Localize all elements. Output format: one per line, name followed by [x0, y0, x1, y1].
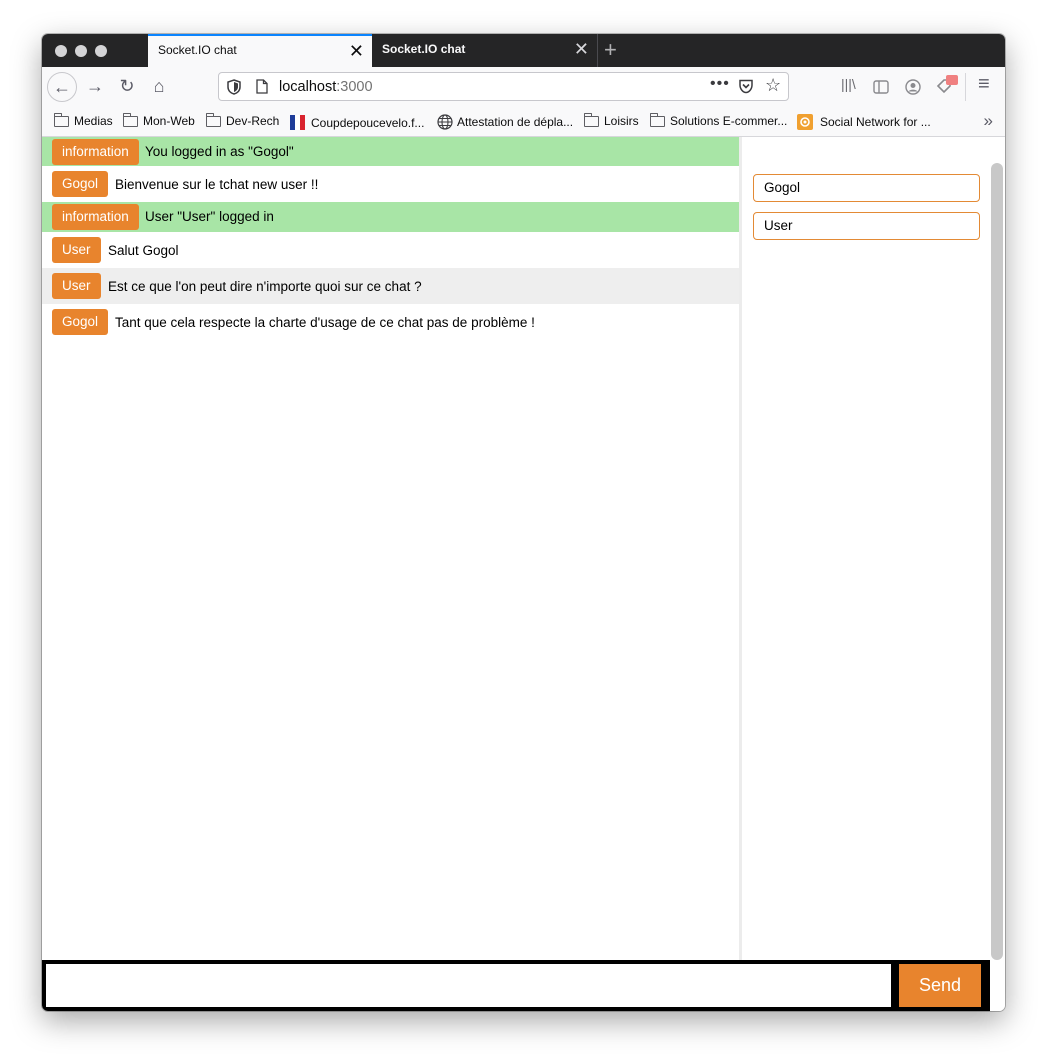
message-item: User Est ce que l'on peut dire n'importe… [42, 268, 740, 304]
bookmark-social-network[interactable]: Social Network for ... [797, 114, 931, 130]
sender-badge: Gogol [52, 309, 109, 335]
reload-icon[interactable]: ↻ [114, 73, 140, 99]
bookmark-label: Mon-Web [143, 114, 195, 128]
bookmark-medias[interactable]: Medias [54, 113, 113, 130]
bookmark-label: Solutions E-commer... [670, 114, 788, 128]
forward-arrow-icon[interactable]: → [82, 73, 108, 99]
url-host: localhost [279, 79, 337, 95]
tab-strip: Socket.IO chat ✕ Socket.IO chat ✕ + [42, 34, 1005, 67]
maximize-window-button[interactable] [95, 45, 107, 57]
message-text: Est ce que l'on peut dire n'importe quoi… [108, 279, 422, 294]
bookmark-coupdepoucevelo[interactable]: Coupdepoucevelo.f... [289, 114, 424, 130]
bookmark-label: Loisirs [604, 114, 639, 128]
back-arrow-icon[interactable]: ← [47, 72, 77, 102]
message-item: Gogol Bienvenue sur le tchat new user !! [42, 166, 740, 202]
folder-icon [584, 113, 599, 127]
page-actions-icon[interactable]: ••• [710, 75, 730, 93]
tab-socketio-chat-active[interactable]: Socket.IO chat ✕ [148, 34, 372, 67]
tab-title: Socket.IO chat [158, 43, 237, 57]
message-item: information You logged in as "Gogol" [42, 137, 740, 166]
bookmark-star-icon[interactable]: ☆ [765, 75, 781, 96]
account-icon[interactable] [905, 79, 921, 95]
pocket-icon[interactable] [738, 79, 754, 94]
sender-badge: information [52, 204, 139, 230]
folder-icon [206, 113, 221, 127]
more-bookmarks-chevron-icon[interactable]: » [984, 111, 993, 131]
message-item: Gogol Tant que cela respecte la charte d… [42, 304, 740, 340]
url-bar[interactable]: localhost:3000 ••• ☆ [218, 72, 789, 101]
bookmark-label: Attestation de dépla... [457, 115, 574, 129]
social-icon [797, 114, 813, 130]
page-icon [256, 79, 268, 94]
bookmark-label: Dev-Rech [226, 114, 280, 128]
folder-icon [650, 113, 665, 127]
new-tab-icon[interactable]: + [604, 37, 617, 63]
bookmark-dev-rech[interactable]: Dev-Rech [206, 113, 280, 130]
home-icon[interactable]: ⌂ [146, 73, 172, 99]
message-text: Bienvenue sur le tchat new user !! [115, 177, 319, 192]
extension-icon[interactable] [936, 74, 960, 96]
user-item[interactable]: User [753, 212, 980, 240]
bookmark-attestation[interactable]: Attestation de dépla... [437, 114, 573, 130]
folder-icon [54, 113, 69, 127]
library-icon[interactable]: |||\ [841, 76, 856, 92]
message-text: You logged in as "Gogol" [145, 144, 294, 159]
tab-title: Socket.IO chat [382, 42, 466, 56]
url-text: localhost:3000 [279, 79, 373, 95]
message-text: Salut Gogol [108, 243, 179, 258]
toolbar-separator [965, 73, 966, 101]
scrollbar[interactable] [991, 163, 1003, 960]
sender-badge: User [52, 273, 101, 299]
bookmark-loisirs[interactable]: Loisirs [584, 113, 639, 130]
message-text: User "User" logged in [145, 209, 274, 224]
bookmark-label: Coupdepoucevelo.f... [311, 116, 425, 130]
bookmark-solutions-ecommerce[interactable]: Solutions E-commer... [650, 113, 788, 130]
flag-icon [290, 115, 305, 130]
tab-socketio-chat[interactable]: Socket.IO chat ✕ [372, 34, 598, 67]
shield-icon[interactable] [227, 79, 241, 95]
globe-icon [437, 114, 453, 130]
browser-window: Socket.IO chat ✕ Socket.IO chat ✕ + ← → … [42, 34, 1005, 1011]
menu-hamburger-icon[interactable]: ≡ [978, 73, 990, 96]
navigation-bar: ← → ↻ ⌂ localhost:3000 ••• ☆ |||\ ≡ [42, 67, 1005, 106]
sender-badge: information [52, 139, 139, 165]
bookmark-label: Medias [74, 114, 113, 128]
message-input[interactable] [46, 964, 891, 1007]
message-text: Tant que cela respecte la charte d'usage… [115, 315, 535, 330]
minimize-window-button[interactable] [75, 45, 87, 57]
sender-badge: User [52, 237, 101, 263]
chat-page: information You logged in as "Gogol" Gog… [42, 137, 1005, 1011]
send-button[interactable]: Send [899, 964, 981, 1007]
bookmark-label: Social Network for ... [820, 115, 931, 129]
message-form: Send [42, 960, 990, 1011]
url-port: :3000 [336, 79, 373, 95]
folder-icon [123, 113, 138, 127]
message-item: User Salut Gogol [42, 232, 740, 268]
sender-badge: Gogol [52, 171, 109, 197]
close-tab-icon[interactable]: ✕ [574, 39, 589, 59]
sidebar-icon[interactable] [873, 80, 889, 94]
messages-list: information You logged in as "Gogol" Gog… [42, 137, 740, 960]
message-item: information User "User" logged in [42, 202, 740, 232]
close-window-button[interactable] [55, 45, 67, 57]
bookmark-mon-web[interactable]: Mon-Web [123, 113, 195, 130]
bookmarks-toolbar: Medias Mon-Web Dev-Rech Coupdepoucevelo.… [42, 106, 1005, 137]
close-tab-icon[interactable]: ✕ [349, 41, 364, 61]
panel-divider [739, 137, 742, 960]
user-item[interactable]: Gogol [753, 174, 980, 202]
